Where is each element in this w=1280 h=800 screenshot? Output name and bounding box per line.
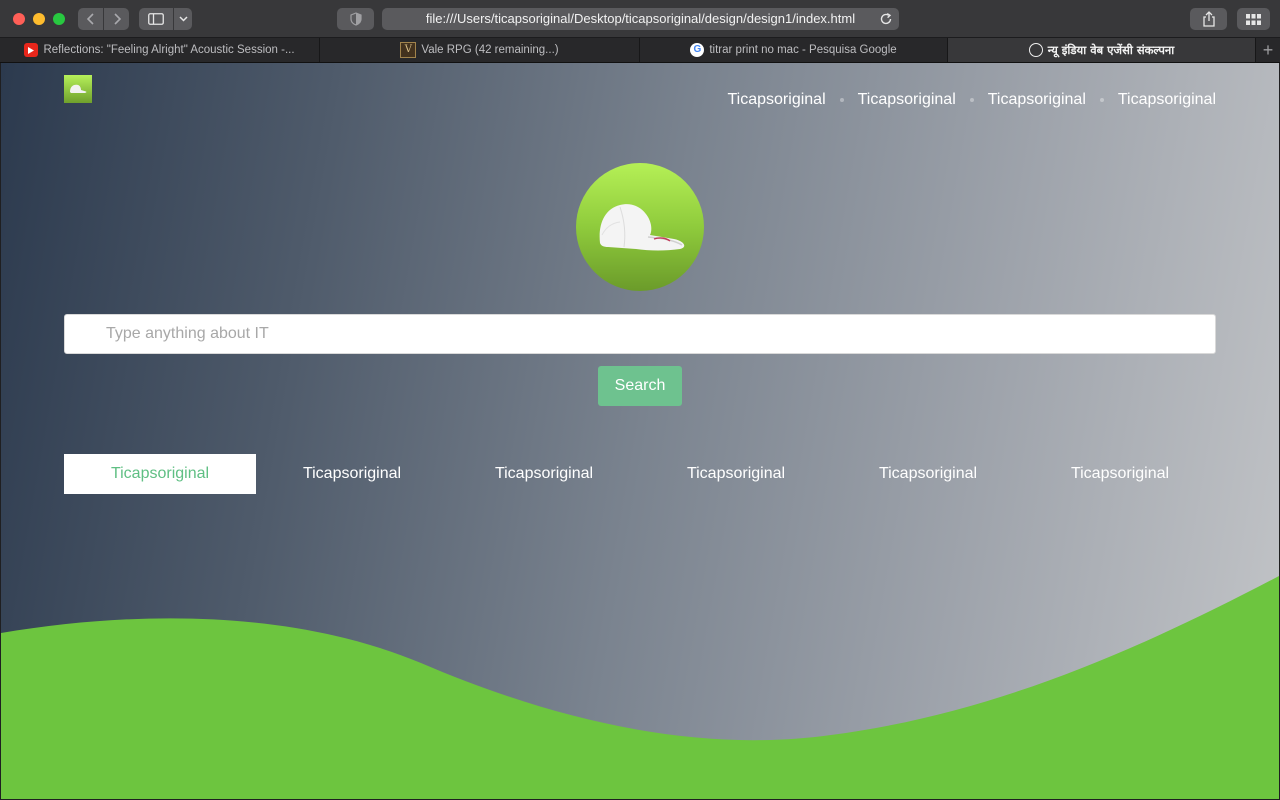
back-button[interactable]: [78, 8, 103, 30]
vale-rpg-icon: V: [400, 42, 417, 58]
tab-title: न्यू इंडिया वेब एजेंसी संकल्पना: [1047, 43, 1175, 57]
browser-tab[interactable]: G titrar print no mac - Pesquisa Google: [640, 38, 948, 62]
nav-link[interactable]: Ticapsoriginal: [728, 91, 826, 109]
search-button[interactable]: Search: [598, 366, 682, 406]
nav-link[interactable]: Ticapsoriginal: [1118, 91, 1216, 109]
nav-separator: [969, 98, 974, 102]
browser-tab-bar: Reflections: "Feeling Alright" Acoustic …: [0, 38, 1280, 63]
address-bar[interactable]: file:///Users/ticapsoriginal/Desktop/tic…: [382, 8, 899, 30]
chevron-down-icon: [178, 16, 188, 22]
nav-separator: [839, 98, 844, 102]
tab-title: Vale RPG (42 remaining...): [421, 44, 559, 56]
category-tab[interactable]: Ticapsoriginal: [832, 454, 1024, 494]
minimize-window-button[interactable]: [33, 13, 45, 25]
category-tabs: Ticapsoriginal Ticapsoriginal Ticapsorig…: [64, 454, 1216, 494]
category-tab[interactable]: Ticapsoriginal: [448, 454, 640, 494]
reload-icon[interactable]: [879, 12, 893, 26]
new-tab-button[interactable]: +: [1256, 38, 1280, 62]
category-tab-active[interactable]: Ticapsoriginal: [64, 454, 256, 494]
plus-icon: +: [1262, 40, 1274, 60]
compass-icon: [1028, 43, 1043, 57]
tab-overview-button[interactable]: [1237, 8, 1270, 30]
grid-icon: [1246, 13, 1261, 25]
baseball-cap-icon: [599, 204, 685, 251]
chevron-left-icon: [86, 13, 94, 25]
share-button[interactable]: [1190, 8, 1227, 30]
tab-title: Reflections: "Feeling Alright" Acoustic …: [43, 44, 295, 56]
sidebar-toggle-button[interactable]: [139, 8, 173, 30]
google-icon: G: [690, 43, 705, 57]
tab-title: titrar print no mac - Pesquisa Google: [709, 44, 897, 56]
forward-button[interactable]: [104, 8, 129, 30]
url-text: file:///Users/ticapsoriginal/Desktop/tic…: [425, 11, 856, 26]
browser-tab-active[interactable]: न्यू इंडिया वेब एजेंसी संकल्पना: [948, 38, 1256, 62]
privacy-report-button[interactable]: [337, 8, 374, 30]
sidebar-icon: [148, 13, 164, 25]
nav-link[interactable]: Ticapsoriginal: [858, 91, 956, 109]
browser-toolbar: file:///Users/ticapsoriginal/Desktop/tic…: [0, 0, 1280, 38]
shield-icon: [349, 12, 362, 26]
chevron-right-icon: [113, 13, 121, 25]
hero-logo: [576, 163, 704, 291]
browser-tab[interactable]: V Vale RPG (42 remaining...): [320, 38, 640, 62]
search-input[interactable]: [64, 314, 1216, 354]
zoom-window-button[interactable]: [53, 13, 65, 25]
close-window-button[interactable]: [13, 13, 25, 25]
category-tab[interactable]: Ticapsoriginal: [1024, 454, 1216, 494]
share-icon: [1202, 11, 1215, 27]
category-tab[interactable]: Ticapsoriginal: [256, 454, 448, 494]
page-viewport: Ticapsoriginal Ticapsoriginal Ticapsorig…: [1, 63, 1279, 799]
nav-separator: [1099, 98, 1104, 102]
youtube-icon: [24, 43, 39, 57]
sidebar-menu-button[interactable]: [174, 8, 192, 30]
browser-tab[interactable]: Reflections: "Feeling Alright" Acoustic …: [0, 38, 320, 62]
category-tab[interactable]: Ticapsoriginal: [640, 454, 832, 494]
top-navigation: Ticapsoriginal Ticapsoriginal Ticapsorig…: [728, 91, 1217, 109]
baseball-cap-icon: [70, 84, 87, 93]
nav-link[interactable]: Ticapsoriginal: [988, 91, 1086, 109]
site-logo[interactable]: [64, 75, 92, 103]
